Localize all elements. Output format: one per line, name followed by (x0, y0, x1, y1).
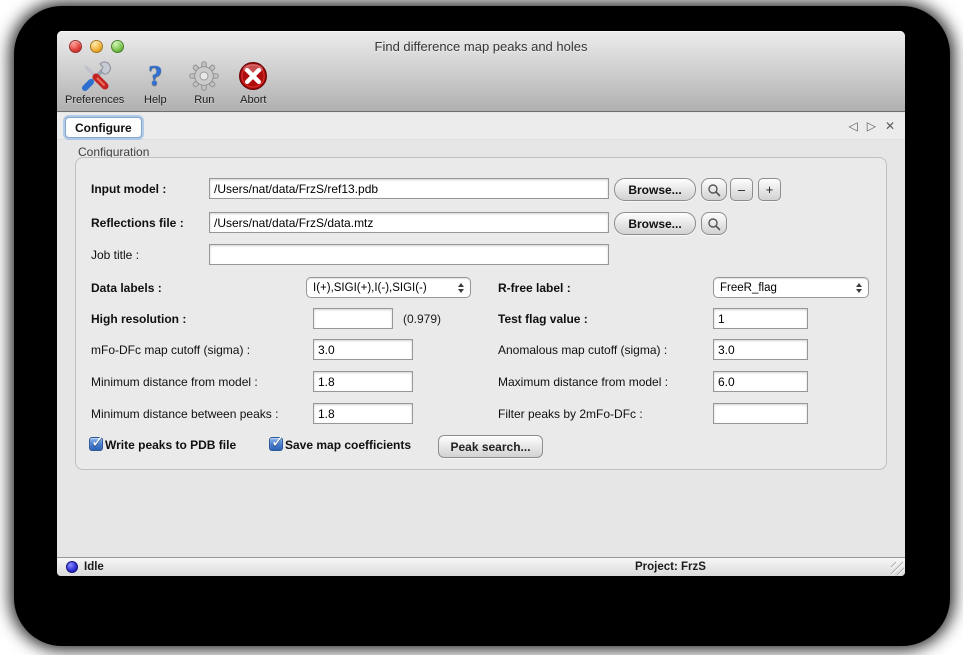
reflections-browse-button[interactable]: Browse... (614, 212, 696, 235)
tools-icon (77, 59, 113, 93)
anomalous-cutoff-field[interactable] (713, 339, 808, 360)
app-window: Find difference map peaks and holes (57, 31, 905, 576)
data-labels-select[interactable]: I(+),SIGI(+),I(-),SIGI(-) (306, 277, 471, 298)
gear-icon (186, 59, 222, 93)
high-resolution-label: High resolution : (91, 312, 186, 326)
data-labels-label: Data labels : (91, 281, 162, 295)
stepper-arrows-icon (454, 278, 467, 297)
min-distance-peaks-label: Minimum distance between peaks : (91, 407, 278, 421)
input-model-field[interactable] (209, 178, 609, 199)
anomalous-cutoff-label: Anomalous map cutoff (sigma) : (498, 343, 667, 357)
configure-panel: Configuration Input model : Browse... – … (57, 140, 905, 557)
magnifier-icon (707, 183, 721, 197)
resize-grip[interactable] (891, 562, 904, 575)
filter-peaks-field[interactable] (713, 403, 808, 424)
checkbox-check-icon: ✓ (91, 432, 104, 452)
r-free-label-label: R-free label : (498, 281, 571, 295)
status-dot-icon (66, 561, 78, 573)
tab-navigation: ◁ ▷ ✕ (848, 118, 895, 134)
project-label: Project: FrzS (635, 561, 706, 573)
add-file-button[interactable]: + (758, 178, 781, 201)
input-model-label: Input model : (91, 182, 166, 196)
tab-forward-icon[interactable]: ▷ (867, 118, 876, 134)
min-distance-peaks-field[interactable] (313, 403, 413, 424)
status-bar: Idle Project: FrzS (57, 557, 905, 576)
tab-close-icon[interactable]: ✕ (885, 118, 895, 134)
magnifier-icon (707, 217, 721, 231)
min-distance-model-label: Minimum distance from model : (91, 375, 258, 389)
stepper-arrows-icon (852, 278, 865, 297)
reflections-file-field[interactable] (209, 212, 609, 233)
test-flag-label: Test flag value : (498, 312, 588, 326)
checkbox-check-icon: ✓ (271, 432, 284, 452)
high-resolution-hint: (0.979) (403, 312, 441, 326)
abort-button[interactable]: Abort (235, 59, 271, 106)
screenshot-stage: Find difference map peaks and holes (0, 0, 963, 655)
test-flag-field[interactable] (713, 308, 808, 329)
help-question-icon: ? (137, 59, 173, 93)
filter-peaks-label: Filter peaks by 2mFo-DFc : (498, 407, 643, 421)
map-cutoff-field[interactable] (313, 339, 413, 360)
input-model-browse-button[interactable]: Browse... (614, 178, 696, 201)
status-text: Idle (84, 561, 104, 573)
tab-back-icon[interactable]: ◁ (848, 118, 857, 134)
save-map-checkbox[interactable]: ✓ (269, 437, 283, 451)
data-labels-value: I(+),SIGI(+),I(-),SIGI(-) (307, 282, 454, 294)
input-model-view-button[interactable] (701, 178, 727, 201)
save-map-label: Save map coefficients (285, 438, 411, 452)
reflections-file-label: Reflections file : (91, 216, 184, 230)
help-label: Help (144, 94, 167, 106)
abort-label: Abort (240, 94, 266, 106)
help-button[interactable]: ? Help (137, 59, 173, 106)
preferences-label: Preferences (65, 94, 124, 106)
window-title: Find difference map peaks and holes (57, 39, 905, 54)
window-chrome: Find difference map peaks and holes (57, 31, 905, 112)
max-distance-model-field[interactable] (713, 371, 808, 392)
configuration-groupbox: Input model : Browse... – + Reflections … (75, 157, 887, 470)
peak-search-button[interactable]: Peak search... (438, 435, 543, 458)
reflections-view-button[interactable] (701, 212, 727, 235)
job-title-field[interactable] (209, 244, 609, 265)
r-free-label-select[interactable]: FreeR_flag (713, 277, 869, 298)
tab-configure[interactable]: Configure (65, 117, 142, 138)
max-distance-model-label: Maximum distance from model : (498, 375, 668, 389)
run-button[interactable]: Run (186, 59, 222, 106)
abort-x-icon (235, 59, 271, 93)
remove-file-button[interactable]: – (730, 178, 753, 201)
job-title-label: Job title : (91, 248, 139, 262)
min-distance-model-field[interactable] (313, 371, 413, 392)
preferences-button[interactable]: Preferences (65, 59, 124, 106)
r-free-label-value: FreeR_flag (714, 282, 852, 294)
toolbar: Preferences ? Help (65, 59, 271, 111)
write-peaks-label: Write peaks to PDB file (105, 438, 236, 452)
tab-strip: Configure ◁ ▷ ✕ (57, 113, 905, 140)
high-resolution-field[interactable] (313, 308, 393, 329)
map-cutoff-label: mFo-DFc map cutoff (sigma) : (91, 343, 250, 357)
run-label: Run (194, 94, 214, 106)
write-peaks-checkbox[interactable]: ✓ (89, 437, 103, 451)
